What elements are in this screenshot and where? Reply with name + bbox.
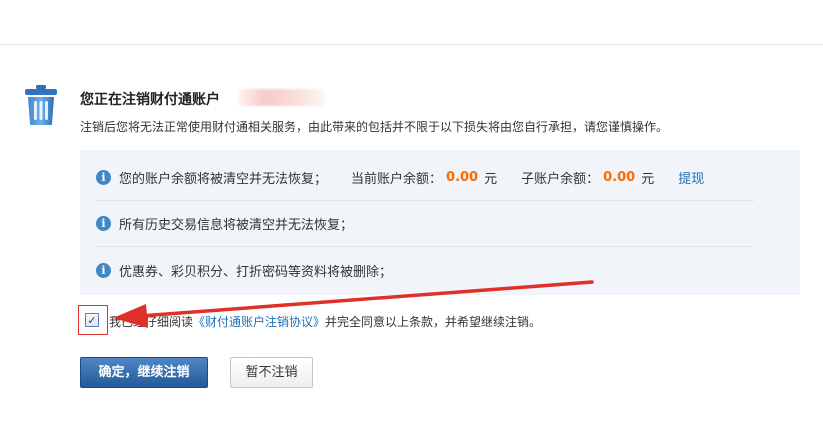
agreement-suffix: 并完全同意以上条款，并希望继续注销。 bbox=[325, 315, 542, 329]
keep-account-button[interactable]: 暂不注销 bbox=[230, 357, 313, 388]
current-balance-label: 当前账户余额： bbox=[351, 172, 443, 187]
current-balance-value: 0.00 bbox=[446, 170, 479, 185]
sub-balance-value: 0.00 bbox=[603, 170, 636, 185]
info-row-text: 您的账户余额将被清空并无法恢复； bbox=[119, 172, 328, 187]
confirm-cancel-account-button[interactable]: 确定，继续注销 bbox=[80, 357, 208, 388]
page-title: 您正在注销财付通账户 bbox=[80, 92, 220, 108]
info-icon: i bbox=[96, 262, 111, 278]
agreement-link[interactable]: 《财付通账户注销协议》 bbox=[193, 315, 325, 329]
info-row-balance: i 您的账户余额将被清空并无法恢复； 当前账户余额： 0.00 元 子账户余额：… bbox=[96, 155, 754, 201]
warning-info-box: i 您的账户余额将被清空并无法恢复； 当前账户余额： 0.00 元 子账户余额：… bbox=[80, 150, 800, 295]
page-subtitle: 注销后您将无法正常使用财付通相关服务，由此带来的包括并不限于以下损失将由您自行承… bbox=[80, 120, 669, 134]
account-cancel-page: 您正在注销财付通账户 注销后您将无法正常使用财付通相关服务，由此带来的包括并不限… bbox=[0, 0, 823, 423]
info-icon: i bbox=[96, 170, 111, 185]
trash-icon bbox=[25, 85, 57, 125]
agree-checkbox[interactable]: ✓ bbox=[85, 313, 99, 327]
sub-balance-unit: 元 bbox=[641, 172, 655, 187]
info-row-history: i 所有历史交易信息将被清空并无法恢复； bbox=[96, 201, 754, 247]
account-name-redacted bbox=[238, 89, 326, 106]
info-icon: i bbox=[96, 216, 111, 231]
info-row-text: 所有历史交易信息将被清空并无法恢复； bbox=[119, 218, 354, 233]
current-balance-unit: 元 bbox=[484, 172, 498, 187]
withdraw-link[interactable]: 提现 bbox=[678, 168, 704, 187]
info-row-text: 优惠券、彩贝积分、打折密码等资料将被删除； bbox=[119, 264, 393, 280]
agreement-highlight-box: ✓ bbox=[78, 305, 108, 335]
agreement-text: 我已经仔细阅读《财付通账户注销协议》并完全同意以上条款，并希望继续注销。 bbox=[109, 313, 541, 330]
top-divider bbox=[0, 44, 823, 45]
agreement-prefix: 我已经仔细阅读 bbox=[109, 315, 194, 329]
sub-balance-label: 子账户余额： bbox=[521, 172, 600, 187]
info-row-coupons: i 优惠券、彩贝积分、打折密码等资料将被删除； bbox=[96, 247, 754, 293]
